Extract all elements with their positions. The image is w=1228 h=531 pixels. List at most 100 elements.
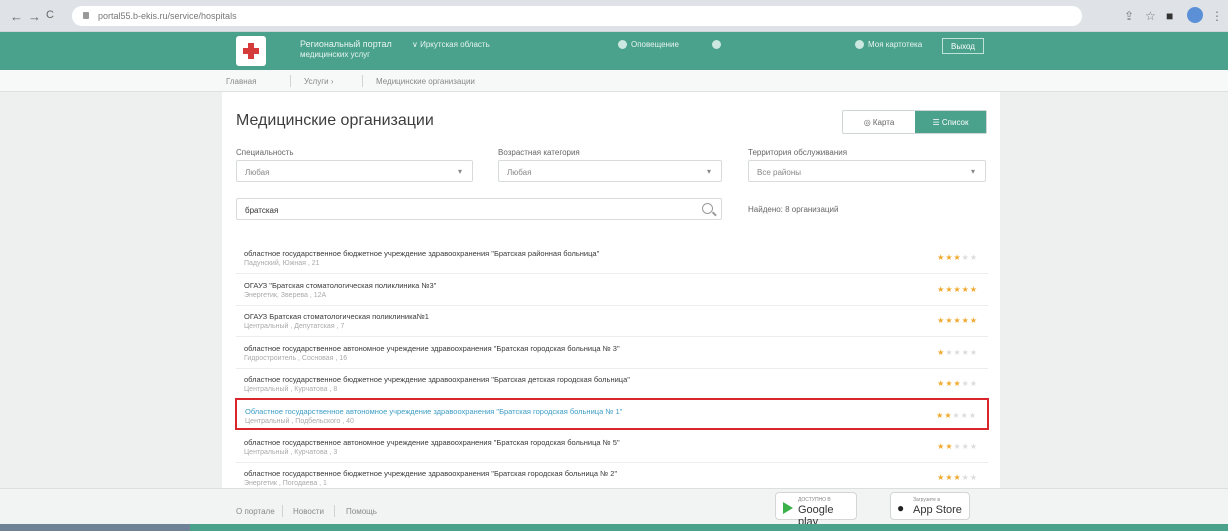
organization-address: Энергетик , Погодаева , 1 (244, 480, 327, 487)
address-bar[interactable]: portal55.b-ekis.ru/service/hospitals (72, 6, 1082, 26)
search-icon[interactable] (702, 203, 713, 214)
site-header (0, 32, 1228, 70)
portal-name[interactable]: Региональный портал (300, 39, 392, 49)
chevron-down-icon: ▾ (706, 167, 711, 176)
rating-stars: ★★★★★ (937, 316, 978, 325)
star-icon: ★ (969, 473, 978, 482)
rating-stars: ★★★★★ (937, 379, 978, 388)
star-icon: ★ (953, 253, 962, 262)
chevron-down-icon: ▾ (970, 167, 975, 176)
organization-name[interactable]: областное государственное автономное учр… (244, 438, 620, 447)
page-title: Медицинские организации (236, 112, 434, 129)
organization-name[interactable]: ОГАУЗ Братская стоматологическая поликли… (244, 312, 429, 321)
star-icon: ★ (953, 379, 962, 388)
footer-news-link[interactable]: Новости (293, 507, 324, 516)
organization-row[interactable]: Областное государственное автономное учр… (235, 398, 989, 430)
star-icon: ★ (953, 473, 962, 482)
organization-name[interactable]: ОГАУЗ "Братская стоматологическая поликл… (244, 281, 436, 290)
url-text: portal55.b-ekis.ru/service/hospitals (98, 11, 237, 21)
star-icon: ★ (969, 253, 978, 262)
rating-stars: ★★★★★ (936, 411, 977, 420)
user-icon[interactable] (712, 40, 721, 49)
organization-row[interactable]: областное государственное бюджетное учре… (236, 368, 988, 400)
google-play-badge[interactable]: ДОСТУПНО В Google play (775, 492, 857, 528)
back-icon[interactable]: ← (10, 9, 23, 24)
star-icon: ★ (969, 316, 978, 325)
reload-icon[interactable]: C (46, 9, 54, 21)
breadcrumb-home[interactable]: Главная (226, 77, 256, 86)
status-bar (0, 524, 1228, 531)
organization-name[interactable]: областное государственное бюджетное учре… (244, 469, 617, 478)
region-selector[interactable]: ∨ Иркутская область (412, 40, 490, 49)
profile-icon[interactable] (1187, 7, 1203, 23)
view-toggle: ◎ Карта ☰ Список (842, 110, 987, 134)
organization-address: Центральный , Курчатова , 8 (244, 386, 338, 393)
footer-help-link[interactable]: Помощь (346, 507, 377, 516)
star-icon: ★ (969, 285, 978, 294)
breadcrumb: Главная Услуги › Медицинские организации (0, 70, 1228, 92)
rating-stars: ★★★★★ (937, 348, 978, 357)
breadcrumb-current: Медицинские организации (376, 77, 475, 86)
exit-button[interactable]: Выход (942, 38, 984, 54)
organization-row[interactable]: ОГАУЗ Братская стоматологическая поликли… (236, 305, 988, 337)
organization-row[interactable]: областное государственное автономное учр… (236, 337, 988, 369)
browser-toolbar: ← → C portal55.b-ekis.ru/service/hospita… (0, 0, 1228, 32)
footer (0, 488, 1228, 524)
footer-about-link[interactable]: О портале (236, 507, 275, 516)
organization-address: Центральный , Депутатская , 7 (244, 323, 345, 330)
specialty-label: Специальность (236, 148, 294, 157)
organization-address: Центральный , Курчатова , 3 (244, 449, 338, 456)
territory-label: Территория обслуживания (748, 148, 848, 157)
star-icon: ★ (953, 442, 962, 451)
age-category-label: Возрастная категория (498, 148, 580, 157)
organization-name[interactable]: областное государственное автономное учр… (244, 344, 620, 353)
apple-icon: ● (897, 501, 905, 515)
google-play-icon (783, 502, 793, 514)
app-store-badge[interactable]: ● Загрузите в App Store (890, 492, 970, 520)
star-icon: ★ (961, 379, 970, 388)
organization-address: Гидростроитель , Сосновая , 16 (244, 355, 348, 362)
bell-icon (618, 40, 627, 49)
share-icon[interactable]: ⇪ (1124, 9, 1134, 23)
star-icon: ★ (961, 442, 970, 451)
age-category-select[interactable]: Любая ▾ (498, 160, 722, 182)
lock-icon (83, 12, 89, 19)
card-icon (855, 40, 864, 49)
footer-divider (334, 505, 335, 517)
star-icon: ★ (961, 473, 970, 482)
specialty-select[interactable]: Любая ▾ (236, 160, 473, 182)
footer-divider (282, 505, 283, 517)
forward-icon[interactable]: → (28, 9, 41, 24)
status-tooltip (0, 524, 190, 531)
star-icon: ★ (961, 348, 970, 357)
my-card-link[interactable]: Моя картотека (868, 40, 922, 49)
organization-name[interactable]: областное государственное бюджетное учре… (244, 375, 630, 384)
organization-address: Падунский, Южная , 21 (244, 260, 320, 267)
star-icon[interactable]: ☆ (1145, 9, 1156, 23)
organization-address: Энергетик, Зверева , 12А (244, 292, 327, 299)
organization-row[interactable]: ОГАУЗ "Братская стоматологическая поликл… (236, 274, 988, 306)
star-icon: ★ (969, 379, 978, 388)
organization-address: Центральный , Подбельского , 40 (245, 418, 354, 425)
breadcrumb-divider (362, 75, 363, 87)
notifications-link[interactable]: Оповещение (631, 40, 679, 49)
search-input[interactable]: братская (236, 198, 722, 220)
extension-icon[interactable]: ■ (1166, 9, 1173, 23)
map-view-button[interactable]: ◎ Карта (843, 111, 915, 133)
found-count: Найдено: 8 организаций (748, 205, 839, 214)
star-icon: ★ (952, 411, 961, 420)
organization-name[interactable]: областное государственное бюджетное учре… (244, 249, 599, 258)
breadcrumb-services[interactable]: Услуги › (304, 77, 334, 86)
list-view-button[interactable]: ☰ Список (915, 111, 986, 133)
chevron-down-icon: ▾ (457, 167, 462, 176)
star-icon: ★ (953, 285, 962, 294)
organization-row[interactable]: областное государственное бюджетное учре… (236, 242, 988, 274)
rating-stars: ★★★★★ (937, 473, 978, 482)
menu-icon[interactable]: ⋮ (1211, 9, 1223, 23)
organization-name[interactable]: Областное государственное автономное учр… (245, 407, 622, 416)
territory-select[interactable]: Все районы ▾ (748, 160, 986, 182)
star-icon: ★ (953, 348, 962, 357)
portal-logo[interactable] (236, 36, 266, 66)
star-icon: ★ (969, 442, 978, 451)
organization-row[interactable]: областное государственное автономное учр… (236, 431, 988, 463)
